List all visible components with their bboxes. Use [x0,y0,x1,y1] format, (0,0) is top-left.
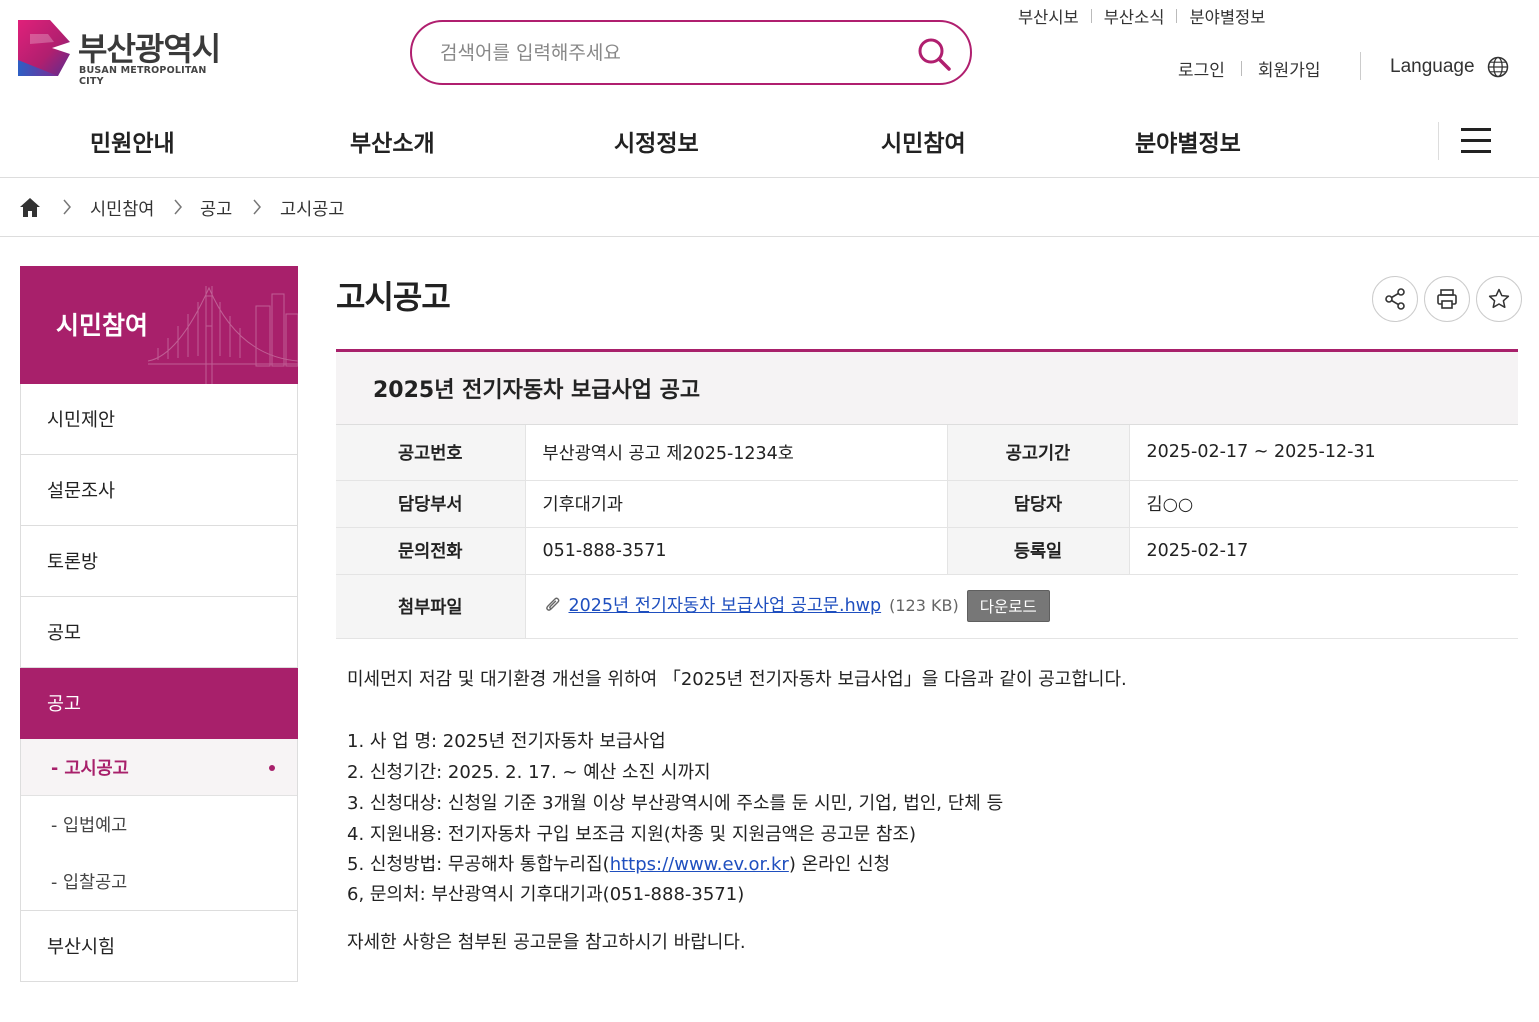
gnb-city-info[interactable]: 시정정보 [614,124,699,158]
side-nav-title: 시민참여 [56,311,149,340]
label-reg-date: 등록일 [946,527,1129,575]
side-nav-item[interactable]: 시민제안 [20,384,298,455]
util-link-busan-bulletin[interactable]: 부산시보 [1018,4,1079,28]
search-input[interactable] [440,41,900,64]
breadcrumb-item-current[interactable]: 고시공고 [280,196,344,221]
post-info-table: 공고번호 부산광역시 공고 제2025-1234호 공고기간 2025-02-1… [336,425,1518,639]
signup-link[interactable]: 회원가입 [1258,56,1321,81]
divider [1240,61,1242,76]
post-intro-text: 미세먼지 저감 및 대기환경 개선을 위하여 「2025년 전기자동차 보급사업… [347,669,1127,690]
breadcrumb: 시민참여 공고 고시공고 [0,178,1539,237]
value-reg-date: 2025-02-17 [1128,527,1518,575]
post-title: 2025년 전기자동차 보급사업 공고 [336,349,1518,425]
label-notice-no: 공고번호 [336,425,525,481]
bookmark-button[interactable] [1476,276,1522,322]
value-notice-period: 2025-02-17 ~ 2025-12-31 [1128,425,1518,481]
divider [1176,9,1178,23]
gnb-civil-service[interactable]: 민원안내 [90,124,175,158]
logo-english-text: BUSAN METROPOLITAN CITY [79,65,207,87]
post-list-item: 3. 신청대상: 신청일 기준 3개월 이상 부산광역시에 주소를 둔 시민, … [347,793,1004,814]
search-icon[interactable] [916,36,952,72]
site-header: 부산광역시 BUSAN METROPOLITAN CITY 부산시보 부산소식 … [0,0,1539,178]
label-phone: 문의전화 [336,527,525,575]
gnb-about-busan[interactable]: 부산소개 [350,124,435,158]
share-button[interactable] [1372,276,1418,322]
breadcrumb-item[interactable]: 공고 [200,196,232,221]
star-icon [1488,288,1510,309]
table-row: 첨부파일 2025년 전기자동차 보급사업 공고문.hwp (123 KB) 다운로… [336,574,1518,639]
post-list-item: 5. 신청방법: 무공해차 통합누리집(https://www.ev.or.kr… [347,850,890,876]
side-subnav-item[interactable]: - 입법예고 [21,796,297,853]
side-nav-item-active[interactable]: 공고 [20,668,298,739]
post-list-item: 4. 지원내용: 전기자동차 구입 보조금 지원(차종 및 지원금액은 공고문 … [347,824,917,845]
download-button[interactable]: 다운로드 [966,590,1050,622]
side-subnav: - 고시공고 - 입법예고 - 입찰공고 [20,739,298,911]
all-menu-button[interactable] [1438,122,1539,160]
ev-site-link[interactable]: https://www.ev.or.kr [610,854,789,875]
share-icon [1385,288,1405,310]
side-nav-item[interactable]: 토론방 [20,526,298,597]
busan-logo-icon [18,20,70,76]
post-list-item-text: 5. 신청방법: 무공해차 통합누리집( [347,854,610,875]
post-list-item: 6, 문의처: 부산광역시 기후대기과(051-888-3571) [347,884,745,905]
attachment-link[interactable]: 2025년 전기자동차 보급사업 공고문.hwp [569,596,882,616]
label-manager: 담당자 [946,480,1129,528]
login-link[interactable]: 로그인 [1178,56,1225,81]
value-manager: 김○○ [1128,480,1518,528]
attachment-cell: 2025년 전기자동차 보급사업 공고문.hwp (123 KB) 다운로드 [524,574,1518,639]
breadcrumb-item[interactable]: 시민참여 [90,196,154,221]
post-list-item: 1. 사 업 명: 2025년 전기자동차 보급사업 [347,731,666,752]
page-title: 고시공고 [336,278,451,316]
divider [1090,9,1092,23]
side-nav-header: 시민참여 [20,266,298,384]
value-phone: 051-888-3571 [524,527,947,575]
side-nav-item[interactable]: 공모 [20,597,298,668]
paperclip-icon [545,597,559,611]
post-closing-text: 자세한 사항은 첨부된 공고문을 참고하시기 바랍니다. [347,932,746,953]
side-subnav-label: - 고시공고 [51,758,129,779]
label-attachment: 첨부파일 [336,574,525,639]
value-notice-no: 부산광역시 공고 제2025-1234호 [524,425,947,481]
table-row: 담당부서 기후대기과 담당자 김○○ [336,480,1518,528]
language-label: Language [1390,56,1475,77]
table-row: 문의전화 051-888-3571 등록일 2025-02-17 [336,527,1518,575]
label-department: 담당부서 [336,480,525,528]
chevron-right-icon [174,199,182,215]
value-department: 기후대기과 [524,480,947,528]
site-logo[interactable]: 부산광역시 BUSAN METROPOLITAN CITY [18,20,233,87]
logo-korean-text: 부산광역시 [78,30,221,68]
side-subnav-item-active[interactable]: - 고시공고 [21,739,297,796]
side-navigation: 시민참여 시민제안 설문조사 토론방 공모 공고 - 고시공고 - 입법예고 -… [20,266,298,982]
home-icon[interactable] [19,197,41,218]
utility-links: 부산시보 부산소식 분야별정보 [1018,4,1265,28]
gnb-field-info[interactable]: 분야별정보 [1135,124,1241,158]
post-view: 2025년 전기자동차 보급사업 공고 공고번호 부산광역시 공고 제2025-… [336,349,1518,639]
printer-icon [1437,289,1457,309]
language-button[interactable]: Language [1390,56,1509,78]
hamburger-icon [1461,150,1491,153]
side-nav-item[interactable]: 부산시힘 [20,911,298,982]
divider [1360,52,1361,80]
post-list-item: 2. 신청기간: 2025. 2. 17. ~ 예산 소진 시까지 [347,762,711,783]
bridge-illustration-icon [148,286,298,384]
side-subnav-item[interactable]: - 입찰공고 [21,853,297,911]
chevron-right-icon [63,199,71,215]
label-notice-period: 공고기간 [946,425,1129,481]
active-dot-icon [269,765,275,771]
attachment-size: (123 KB) [889,596,959,615]
util-link-busan-news[interactable]: 부산소식 [1104,4,1165,28]
table-row: 공고번호 부산광역시 공고 제2025-1234호 공고기간 2025-02-1… [336,425,1518,481]
globe-icon [1487,56,1508,78]
post-list-item-text: ) 온라인 신청 [788,854,891,875]
util-link-field-info[interactable]: 분야별정보 [1189,4,1265,28]
member-links: 로그인 회원가입 [1178,56,1320,81]
print-button[interactable] [1424,276,1470,322]
chevron-right-icon [253,199,261,215]
gnb-citizen-participation[interactable]: 시민참여 [881,124,966,158]
hamburger-icon [1461,139,1491,142]
side-nav-item[interactable]: 설문조사 [20,455,298,526]
search-box [410,20,972,85]
hamburger-icon [1461,128,1491,131]
